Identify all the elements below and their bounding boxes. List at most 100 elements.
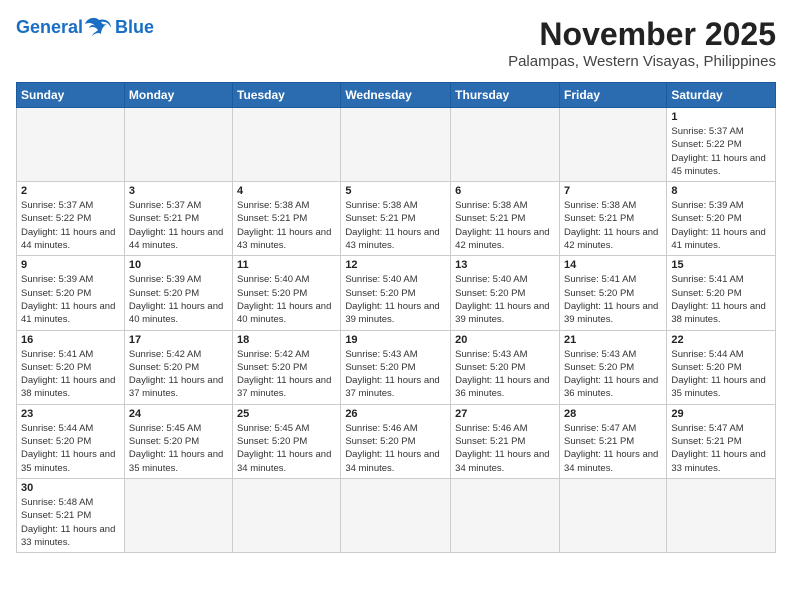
day-number: 16 [21, 334, 120, 346]
calendar-cell: 25 Sunrise: 5:45 AM Sunset: 5:20 PM Dayli… [233, 404, 341, 478]
day-number: 17 [129, 334, 228, 346]
day-info: Sunrise: 5:38 AM Sunset: 5:21 PM Dayligh… [345, 199, 446, 252]
day-info: Sunrise: 5:37 AM Sunset: 5:22 PM Dayligh… [21, 199, 120, 252]
calendar-cell: 2 Sunrise: 5:37 AM Sunset: 5:22 PM Daylig… [17, 182, 125, 256]
col-header-friday: Friday [559, 83, 666, 108]
calendar-cell: 29Sunrise: 5:47 AM Sunset: 5:21 PM Dayli… [667, 404, 776, 478]
calendar-table: SundayMondayTuesdayWednesdayThursdayFrid… [16, 82, 776, 553]
day-info: Sunrise: 5:39 AM Sunset: 5:20 PM Dayligh… [21, 273, 120, 326]
logo-general: General [16, 17, 83, 37]
calendar-cell: 10 Sunrise: 5:39 AM Sunset: 5:20 PM Dayli… [124, 256, 232, 330]
day-number: 5 [345, 185, 446, 197]
logo-area: General Blue [16, 16, 154, 38]
day-number: 30 [21, 482, 120, 494]
calendar-cell [559, 478, 666, 552]
day-info: Sunrise: 5:40 AM Sunset: 5:20 PM Dayligh… [455, 273, 555, 326]
location-title: Palampas, Western Visayas, Philippines [508, 53, 776, 70]
day-number: 18 [237, 334, 336, 346]
title-area: November 2025 Palampas, Western Visayas,… [508, 16, 776, 70]
calendar-cell: 23Sunrise: 5:44 AM Sunset: 5:20 PM Dayli… [17, 404, 125, 478]
calendar-cell: 14 Sunrise: 5:41 AM Sunset: 5:20 PM Dayli… [559, 256, 666, 330]
day-info: Sunrise: 5:39 AM Sunset: 5:20 PM Dayligh… [671, 199, 771, 252]
calendar-cell: 20Sunrise: 5:43 AM Sunset: 5:20 PM Dayli… [451, 330, 560, 404]
day-info: Sunrise: 5:48 AM Sunset: 5:21 PM Dayligh… [21, 496, 120, 549]
calendar-cell [451, 478, 560, 552]
calendar-cell [124, 478, 232, 552]
day-number: 25 [237, 408, 336, 420]
day-number: 24 [129, 408, 228, 420]
day-number: 11 [237, 259, 336, 271]
day-number: 7 [564, 185, 662, 197]
calendar-cell: 15Sunrise: 5:41 AM Sunset: 5:20 PM Dayli… [667, 256, 776, 330]
calendar-cell: 8 Sunrise: 5:39 AM Sunset: 5:20 PM Daylig… [667, 182, 776, 256]
day-number: 1 [671, 111, 771, 123]
day-number: 12 [345, 259, 446, 271]
day-number: 10 [129, 259, 228, 271]
day-number: 29 [671, 408, 771, 420]
calendar-cell: 1 Sunrise: 5:37 AM Sunset: 5:22 PM Daylig… [667, 108, 776, 182]
day-number: 2 [21, 185, 120, 197]
calendar-cell: 27 Sunrise: 5:46 AM Sunset: 5:21 PM Dayli… [451, 404, 560, 478]
calendar-cell: 30 Sunrise: 5:48 AM Sunset: 5:21 PM Dayli… [17, 478, 125, 552]
day-info: Sunrise: 5:38 AM Sunset: 5:21 PM Dayligh… [237, 199, 336, 252]
day-info: Sunrise: 5:42 AM Sunset: 5:20 PM Dayligh… [129, 348, 228, 401]
calendar-week-row: 2 Sunrise: 5:37 AM Sunset: 5:22 PM Daylig… [17, 182, 776, 256]
day-info: Sunrise: 5:41 AM Sunset: 5:20 PM Dayligh… [564, 273, 662, 326]
calendar-cell: 21 Sunrise: 5:43 AM Sunset: 5:20 PM Dayli… [559, 330, 666, 404]
calendar-week-row: 30 Sunrise: 5:48 AM Sunset: 5:21 PM Dayli… [17, 478, 776, 552]
day-info: Sunrise: 5:40 AM Sunset: 5:20 PM Dayligh… [237, 273, 336, 326]
logo: General Blue [16, 16, 154, 38]
calendar-cell: 19 Sunrise: 5:43 AM Sunset: 5:20 PM Dayli… [341, 330, 451, 404]
day-info: Sunrise: 5:45 AM Sunset: 5:20 PM Dayligh… [129, 422, 228, 475]
calendar-cell: 4 Sunrise: 5:38 AM Sunset: 5:21 PM Daylig… [233, 182, 341, 256]
day-number: 6 [455, 185, 555, 197]
day-number: 19 [345, 334, 446, 346]
day-number: 22 [671, 334, 771, 346]
calendar-cell [559, 108, 666, 182]
day-info: Sunrise: 5:37 AM Sunset: 5:21 PM Dayligh… [129, 199, 228, 252]
day-info: Sunrise: 5:44 AM Sunset: 5:20 PM Dayligh… [21, 422, 120, 475]
day-info: Sunrise: 5:42 AM Sunset: 5:20 PM Dayligh… [237, 348, 336, 401]
day-number: 21 [564, 334, 662, 346]
col-header-monday: Monday [124, 83, 232, 108]
day-number: 14 [564, 259, 662, 271]
calendar-cell: 18 Sunrise: 5:42 AM Sunset: 5:20 PM Dayli… [233, 330, 341, 404]
calendar-cell: 17 Sunrise: 5:42 AM Sunset: 5:20 PM Dayli… [124, 330, 232, 404]
calendar-header-row: SundayMondayTuesdayWednesdayThursdayFrid… [17, 83, 776, 108]
calendar-cell: 26Sunrise: 5:46 AM Sunset: 5:20 PM Dayli… [341, 404, 451, 478]
calendar-cell [341, 478, 451, 552]
day-info: Sunrise: 5:43 AM Sunset: 5:20 PM Dayligh… [564, 348, 662, 401]
day-info: Sunrise: 5:46 AM Sunset: 5:21 PM Dayligh… [455, 422, 555, 475]
logo-bird-icon [85, 16, 113, 38]
day-number: 27 [455, 408, 555, 420]
day-number: 8 [671, 185, 771, 197]
day-info: Sunrise: 5:45 AM Sunset: 5:20 PM Dayligh… [237, 422, 336, 475]
day-number: 4 [237, 185, 336, 197]
day-info: Sunrise: 5:38 AM Sunset: 5:21 PM Dayligh… [455, 199, 555, 252]
col-header-sunday: Sunday [17, 83, 125, 108]
day-info: Sunrise: 5:38 AM Sunset: 5:21 PM Dayligh… [564, 199, 662, 252]
day-info: Sunrise: 5:43 AM Sunset: 5:20 PM Dayligh… [345, 348, 446, 401]
calendar-cell: 11 Sunrise: 5:40 AM Sunset: 5:20 PM Dayli… [233, 256, 341, 330]
day-number: 28 [564, 408, 662, 420]
month-title: November 2025 [508, 16, 776, 53]
day-info: Sunrise: 5:37 AM Sunset: 5:22 PM Dayligh… [671, 125, 771, 178]
calendar-week-row: 16Sunrise: 5:41 AM Sunset: 5:20 PM Dayli… [17, 330, 776, 404]
calendar-cell: 5 Sunrise: 5:38 AM Sunset: 5:21 PM Daylig… [341, 182, 451, 256]
day-info: Sunrise: 5:39 AM Sunset: 5:20 PM Dayligh… [129, 273, 228, 326]
calendar-week-row: 1 Sunrise: 5:37 AM Sunset: 5:22 PM Daylig… [17, 108, 776, 182]
calendar-cell: 3Sunrise: 5:37 AM Sunset: 5:21 PM Daylig… [124, 182, 232, 256]
day-number: 9 [21, 259, 120, 271]
day-info: Sunrise: 5:44 AM Sunset: 5:20 PM Dayligh… [671, 348, 771, 401]
header: General Blue November 2025 Palampas, Wes… [16, 16, 776, 70]
calendar-cell: 22 Sunrise: 5:44 AM Sunset: 5:20 PM Dayli… [667, 330, 776, 404]
logo-blue-text: Blue [115, 17, 154, 38]
calendar-cell: 7 Sunrise: 5:38 AM Sunset: 5:21 PM Daylig… [559, 182, 666, 256]
day-info: Sunrise: 5:43 AM Sunset: 5:20 PM Dayligh… [455, 348, 555, 401]
day-info: Sunrise: 5:46 AM Sunset: 5:20 PM Dayligh… [345, 422, 446, 475]
calendar-cell: 12Sunrise: 5:40 AM Sunset: 5:20 PM Dayli… [341, 256, 451, 330]
day-info: Sunrise: 5:41 AM Sunset: 5:20 PM Dayligh… [671, 273, 771, 326]
calendar-cell [341, 108, 451, 182]
logo-text: General [16, 17, 83, 38]
calendar-cell: 28Sunrise: 5:47 AM Sunset: 5:21 PM Dayli… [559, 404, 666, 478]
